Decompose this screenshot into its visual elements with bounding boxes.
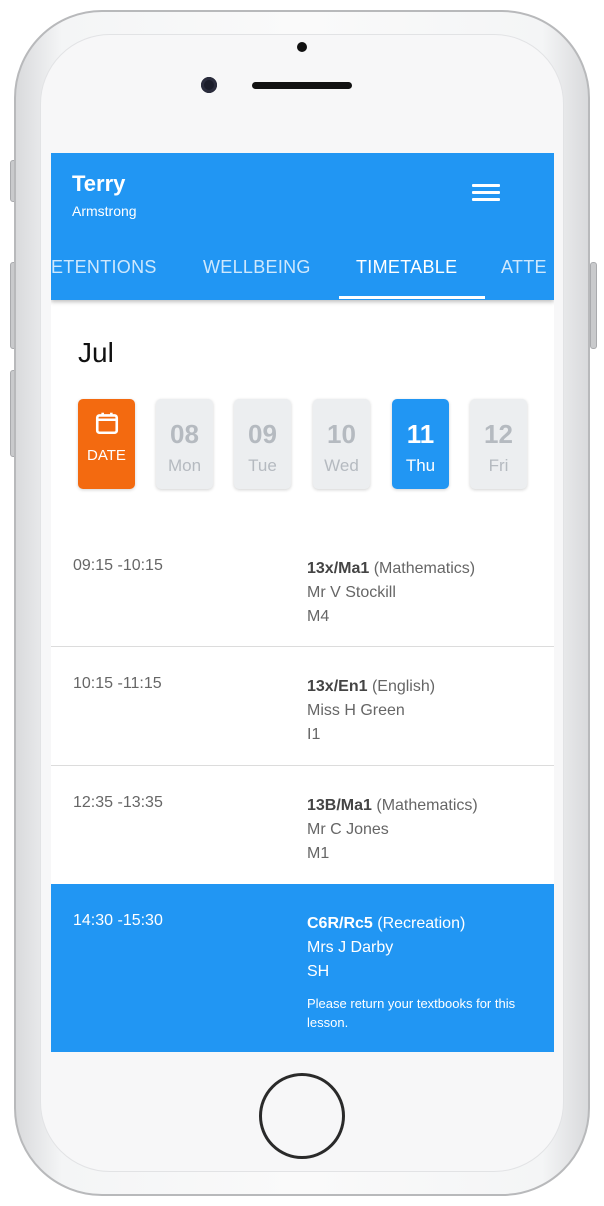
home-button[interactable] <box>259 1073 345 1159</box>
tab-timetable[interactable]: TIMETABLE <box>356 257 457 278</box>
lesson-teacher: Miss H Green <box>307 702 405 719</box>
day-number: 11 <box>406 419 435 449</box>
earpiece-speaker <box>252 82 352 89</box>
tab-attendance[interactable]: ATTE <box>501 257 547 278</box>
day-of-week: Thu <box>405 456 436 475</box>
month-label: Jul <box>78 337 114 368</box>
lesson-info: 13x/En1 (English) Miss H Green I1 <box>307 675 435 747</box>
lesson-subject: (Recreation) <box>377 915 466 932</box>
day-number: 12 <box>484 419 513 449</box>
app-screen: Terry Armstrong ETENTIONS WELLBEING TIME… <box>51 153 554 1052</box>
lesson-code: 13B/Ma1 <box>307 797 372 814</box>
lesson-subject: (Mathematics) <box>373 560 476 577</box>
tab-bar: ETENTIONS WELLBEING TIMETABLE ATTE <box>51 243 554 300</box>
day-number: 08 <box>170 419 199 449</box>
lesson-code: 13x/Ma1 <box>307 560 370 577</box>
tab-detentions[interactable]: ETENTIONS <box>51 257 157 278</box>
lesson-info: C6R/Rc5 (Recreation) Mrs J Darby SH Plea… <box>307 912 527 1032</box>
lesson-teacher: Mr C Jones <box>307 821 389 838</box>
lesson-code: 13x/En1 <box>307 678 368 695</box>
lesson-row[interactable]: 10:15 -11:15 13x/En1 (English) Miss H Gr… <box>51 646 554 765</box>
user-first-name: Terry <box>72 171 126 196</box>
lesson-row[interactable]: 09:15 -10:15 13x/Ma1 (Mathematics) Mr V … <box>51 529 554 646</box>
lesson-teacher: Mrs J Darby <box>307 939 394 956</box>
lesson-room: M1 <box>307 845 330 862</box>
lesson-time: 10:15 -11:15 <box>73 675 162 692</box>
lesson-room: SH <box>307 963 330 980</box>
lesson-row[interactable]: 12:35 -13:35 13B/Ma1 (Mathematics) Mr C … <box>51 765 554 884</box>
lesson-row-current[interactable]: 14:30 -15:30 C6R/Rc5 (Recreation) Mrs J … <box>51 884 554 1052</box>
lesson-subject: (Mathematics) <box>376 797 478 814</box>
lesson-time: 09:15 -10:15 <box>73 557 163 574</box>
calendar-icon <box>95 412 118 435</box>
lesson-note: Please return your textbooks for this le… <box>307 996 516 1030</box>
hamburger-menu-icon[interactable] <box>472 184 500 206</box>
date-button-label: DATE <box>87 447 126 464</box>
user-last-name: Armstrong <box>72 203 137 219</box>
lesson-time: 14:30 -15:30 <box>73 912 163 929</box>
day-button-thu[interactable]: 11 Thu <box>392 399 449 489</box>
day-of-week: Mon <box>167 456 202 475</box>
day-number: 10 <box>327 419 356 449</box>
lesson-time: 12:35 -13:35 <box>73 794 163 811</box>
power-button <box>590 262 597 349</box>
tab-wellbeing[interactable]: WELLBEING <box>203 257 311 278</box>
day-of-week: Tue <box>248 456 277 475</box>
day-of-week: Fri <box>488 456 509 475</box>
lesson-subject: (English) <box>371 678 436 695</box>
lesson-room: I1 <box>307 726 321 743</box>
day-of-week: Wed <box>324 456 359 475</box>
day-button-fri[interactable]: 12 Fri <box>470 399 527 489</box>
day-button-wed[interactable]: 10 Wed <box>313 399 370 489</box>
day-button-mon[interactable]: 08 Mon <box>156 399 213 489</box>
lesson-code: C6R/Rc5 <box>307 915 373 932</box>
date-picker-button[interactable]: DATE <box>78 399 135 489</box>
day-number: 09 <box>248 419 277 449</box>
lesson-info: 13B/Ma1 (Mathematics) Mr C Jones M1 <box>307 794 478 866</box>
day-button-tue[interactable]: 09 Tue <box>234 399 291 489</box>
proximity-sensor <box>297 42 307 52</box>
front-camera <box>201 77 217 93</box>
lesson-room: M4 <box>307 608 330 625</box>
lesson-info: 13x/Ma1 (Mathematics) Mr V Stockill M4 <box>307 557 475 629</box>
active-tab-indicator <box>339 296 485 299</box>
lesson-teacher: Mr V Stockill <box>307 584 396 601</box>
app-header: Terry Armstrong ETENTIONS WELLBEING TIME… <box>51 153 554 300</box>
